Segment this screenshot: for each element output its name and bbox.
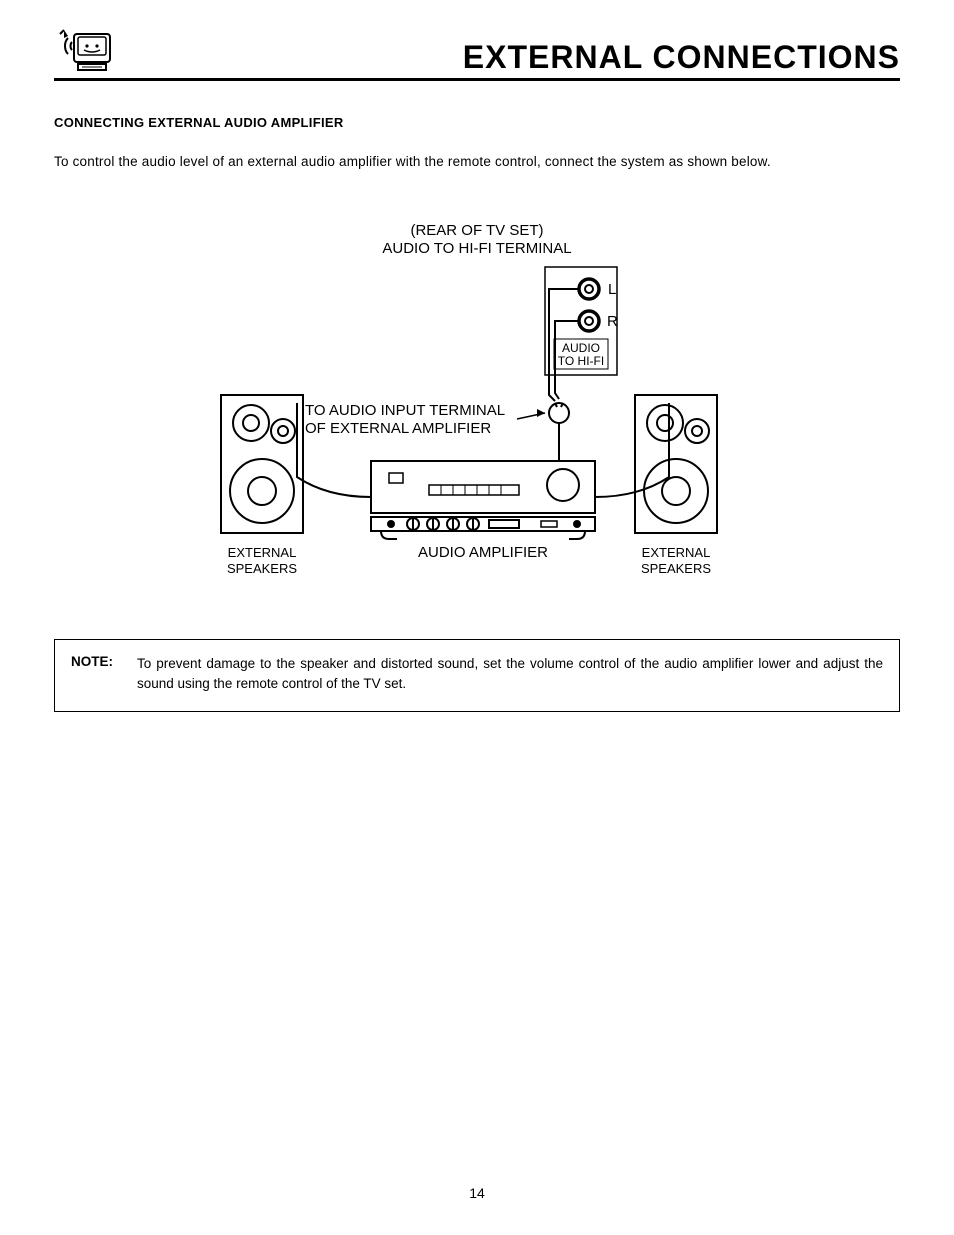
intro-text: To control the audio level of an externa… <box>54 154 900 169</box>
right-speaker-icon <box>635 395 717 533</box>
page-header: EXTERNAL CONNECTIONS <box>54 28 900 81</box>
rear-tv-label-2: AUDIO TO HI-FI TERMINAL <box>382 240 571 257</box>
amplifier-label: AUDIO AMPLIFIER <box>418 544 548 561</box>
input-terminal-line1: TO AUDIO INPUT TERMINAL <box>305 402 505 419</box>
rear-tv-label-1: (REAR OF TV SET) <box>410 222 543 239</box>
jack-r-label: R <box>607 313 618 330</box>
input-terminal-line2: OF EXTERNAL AMPLIFIER <box>305 420 491 437</box>
jack-box-line1: AUDIO <box>562 341 600 355</box>
connection-diagram: (REAR OF TV SET) AUDIO TO HI-FI TERMINAL… <box>197 217 757 587</box>
jack-box-line2: TO HI-FI <box>558 354 604 368</box>
section-heading: CONNECTING EXTERNAL AUDIO AMPLIFIER <box>54 115 900 130</box>
jack-l-label: L <box>608 281 616 298</box>
right-speaker-label-1: EXTERNAL <box>642 545 711 560</box>
left-speaker-icon <box>221 395 303 533</box>
left-speaker-label-1: EXTERNAL <box>228 545 297 560</box>
page-number: 14 <box>0 1185 954 1201</box>
left-speaker-label-2: SPEAKERS <box>227 561 297 576</box>
tv-logo-icon <box>54 28 114 76</box>
amplifier-icon <box>371 461 595 539</box>
note-text: To prevent damage to the speaker and dis… <box>137 654 883 693</box>
note-box: NOTE: To prevent damage to the speaker a… <box>54 639 900 712</box>
note-label: NOTE: <box>71 654 113 693</box>
right-speaker-label-2: SPEAKERS <box>641 561 711 576</box>
page-title: EXTERNAL CONNECTIONS <box>463 39 900 76</box>
